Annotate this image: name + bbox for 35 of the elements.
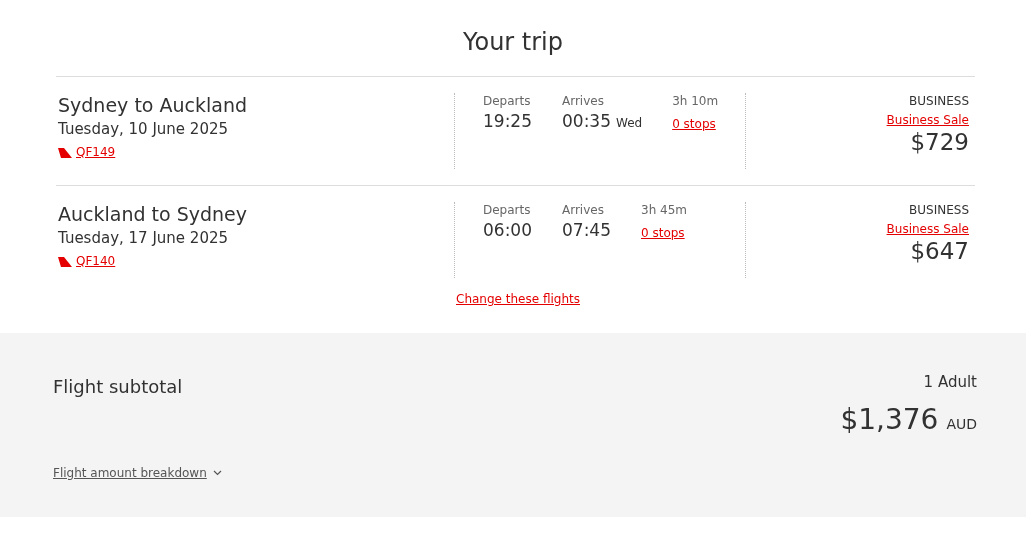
page-title: Your trip <box>461 27 564 58</box>
departs-label: Departs <box>483 93 532 109</box>
route-title: Sydney to Auckland <box>58 93 248 117</box>
duration: 3h 45m <box>641 202 687 218</box>
chevron-icon <box>212 470 222 476</box>
flight-number-link[interactable]: QF149 <box>76 145 116 159</box>
subtotal-amount: $1,376 <box>840 403 939 436</box>
breakdown-link[interactable]: Flight amount breakdown <box>53 466 222 480</box>
cabin-class: BUSINESS <box>909 202 969 218</box>
arrives-label: Arrives <box>562 93 605 109</box>
departure-time: 06:00 <box>483 219 532 242</box>
flight-date: Tuesday, 10 June 2025 <box>58 119 230 139</box>
stops-link[interactable]: 0 stops <box>672 117 716 131</box>
flight-date: Tuesday, 17 June 2025 <box>58 228 230 248</box>
flight-price: $729 <box>910 128 969 157</box>
subtotal-label: Flight subtotal <box>53 376 184 397</box>
change-flights-link[interactable]: Change these flights <box>456 292 580 306</box>
duration: 3h 10m <box>672 93 719 109</box>
arrival-time: 00:35 <box>562 110 611 133</box>
passenger-count: 1 Adult <box>923 373 977 391</box>
currency-code: AUD <box>946 416 977 432</box>
fare-type-link[interactable]: Business Sale <box>886 222 969 236</box>
stops-link[interactable]: 0 stops <box>641 226 685 240</box>
route-title: Auckland to Sydney <box>58 202 248 226</box>
tail-logo-icon <box>58 146 72 158</box>
arrives-label: Arrives <box>562 202 605 218</box>
cabin-class: BUSINESS <box>909 93 969 109</box>
tail-logo-icon <box>58 255 72 267</box>
departs-label: Departs <box>483 202 532 218</box>
arrival-time: 07:45 <box>562 219 611 242</box>
flight-number-link[interactable]: QF140 <box>76 254 116 268</box>
departure-time: 19:25 <box>483 110 532 133</box>
arrival-day: Wed <box>616 116 643 130</box>
flight-price: $647 <box>910 237 969 266</box>
fare-type-link[interactable]: Business Sale <box>886 113 969 127</box>
